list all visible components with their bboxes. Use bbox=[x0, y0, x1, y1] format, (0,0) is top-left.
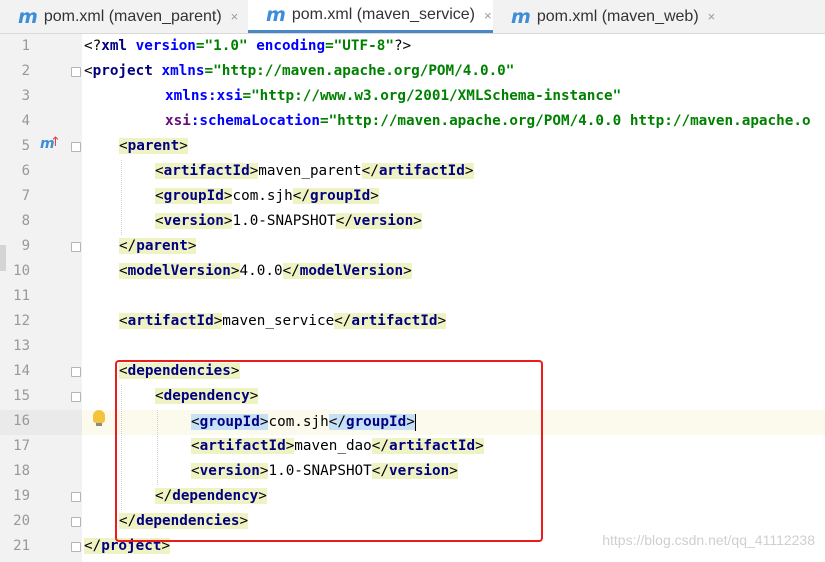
line-number: 12 bbox=[13, 313, 30, 329]
fold-toggle-icon[interactable] bbox=[71, 242, 81, 252]
code-line-10[interactable]: <modelVersion>4.0.0</modelVersion> bbox=[119, 259, 412, 284]
line-number: 20 bbox=[13, 513, 30, 529]
tab-label: pom.xml (maven_service) bbox=[291, 6, 475, 23]
code-line-2[interactable]: <project xmlns="http://maven.apache.org/… bbox=[84, 59, 514, 84]
maven-icon: m bbox=[511, 5, 531, 28]
annotation-highlight-box bbox=[115, 360, 543, 542]
fold-toggle-icon[interactable] bbox=[71, 517, 81, 527]
line-number: 13 bbox=[13, 338, 30, 354]
navigate-up-icon[interactable]: ↑ bbox=[50, 135, 61, 150]
line-number: 17 bbox=[13, 438, 30, 454]
fold-toggle-icon[interactable] bbox=[71, 142, 81, 152]
tab-pom-maven-service[interactable]: m pom.xml (maven_service) × bbox=[248, 0, 493, 33]
code-line-12[interactable]: <artifactId>maven_service</artifactId> bbox=[119, 309, 447, 334]
close-icon[interactable]: × bbox=[484, 8, 492, 23]
lightbulb-icon[interactable] bbox=[93, 410, 105, 423]
line-number: 8 bbox=[21, 213, 30, 229]
line-number: 5 bbox=[21, 138, 30, 154]
tab-pom-maven-parent[interactable]: m pom.xml (maven_parent) × bbox=[0, 0, 248, 33]
fold-toggle-icon[interactable] bbox=[71, 542, 81, 552]
line-number: 4 bbox=[21, 113, 30, 129]
code-line-1[interactable]: <?xml version="1.0" encoding="UTF-8"?> bbox=[84, 34, 411, 59]
fold-toggle-icon[interactable] bbox=[71, 392, 81, 402]
line-number: 21 bbox=[13, 538, 30, 554]
tab-pom-maven-web[interactable]: m pom.xml (maven_web) × bbox=[493, 0, 723, 33]
fold-toggle-icon[interactable] bbox=[71, 67, 81, 77]
close-icon[interactable]: × bbox=[231, 9, 239, 24]
line-number: 15 bbox=[13, 388, 30, 404]
code-line-8[interactable]: <version>1.0-SNAPSHOT</version> bbox=[155, 209, 422, 234]
code-line-6[interactable]: <artifactId>maven_parent</artifactId> bbox=[155, 159, 474, 184]
line-number: 10 bbox=[13, 263, 30, 279]
code-line-4[interactable]: xsi:schemaLocation="http://maven.apache.… bbox=[165, 109, 811, 134]
maven-icon: m bbox=[18, 5, 38, 28]
line-number: 18 bbox=[13, 463, 30, 479]
line-number: 11 bbox=[13, 288, 30, 304]
indent-guide bbox=[121, 160, 122, 235]
code-line-5[interactable]: <parent> bbox=[119, 134, 188, 159]
line-number: 2 bbox=[21, 63, 30, 79]
fold-toggle-icon[interactable] bbox=[71, 492, 81, 502]
line-number: 3 bbox=[21, 88, 30, 104]
code-line-3[interactable]: xmlns:xsi="http://www.w3.org/2001/XMLSch… bbox=[165, 84, 621, 109]
code-line-7[interactable]: <groupId>com.sjh</groupId> bbox=[155, 184, 379, 209]
line-number: 9 bbox=[21, 238, 30, 254]
watermark: https://blog.csdn.net/qq_41112238 bbox=[602, 532, 815, 548]
line-number: 19 bbox=[13, 488, 30, 504]
close-icon[interactable]: × bbox=[708, 9, 716, 24]
maven-icon: m bbox=[266, 4, 286, 26]
line-number: 14 bbox=[13, 363, 30, 379]
line-number: 6 bbox=[21, 163, 30, 179]
tab-label: pom.xml (maven_parent) bbox=[43, 7, 222, 25]
line-number: 7 bbox=[21, 188, 30, 204]
code-line-9[interactable]: </parent> bbox=[119, 234, 197, 259]
editor-tab-bar: m pom.xml (maven_parent) × m pom.xml (ma… bbox=[0, 0, 825, 34]
tab-label: pom.xml (maven_web) bbox=[536, 7, 699, 25]
fold-toggle-icon[interactable] bbox=[71, 367, 81, 377]
lightbulb-base bbox=[96, 423, 102, 426]
line-number-current: 16 bbox=[13, 413, 30, 429]
line-number: 1 bbox=[21, 38, 30, 54]
